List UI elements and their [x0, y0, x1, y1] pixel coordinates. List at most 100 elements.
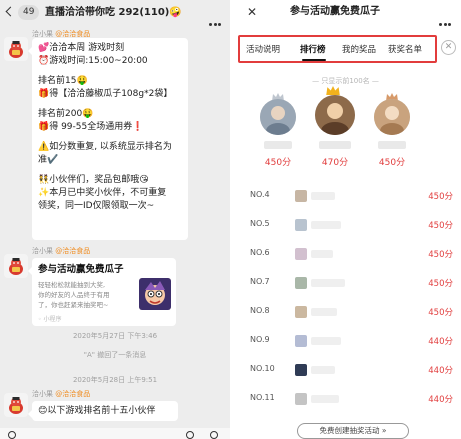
podium-score-2: 450分 — [264, 158, 292, 168]
podium-avatar-1 — [315, 95, 355, 135]
rank-score: 440分 — [428, 337, 453, 347]
sender-tag: @洽洽食品 — [55, 247, 91, 255]
ranking-row: NO.7 450分 — [230, 269, 461, 298]
message-line: 🎁得【洽洽藤椒瓜子108g*2袋】 — [38, 89, 173, 99]
message-sender: 洽小果 @洽洽食品 — [32, 246, 90, 256]
rank-avatar — [295, 190, 307, 202]
rank-avatar — [295, 277, 307, 289]
tab-close-icon[interactable]: ✕ — [441, 40, 456, 55]
tab-rules[interactable]: 活动说明 — [246, 44, 280, 56]
rank-name-placeholder — [311, 192, 335, 200]
ranking-row: NO.11 440分 — [230, 385, 461, 414]
message-line: 领奖，同一ID仅限领取一次~ — [38, 201, 155, 211]
ranking-row: NO.4 450分 — [230, 182, 461, 211]
podium-name-2 — [264, 141, 292, 149]
cartoon-thumbnail-icon — [139, 278, 171, 310]
tab-bar: 活动说明 排行榜 我的奖品 获奖名单 — [238, 35, 437, 63]
sender-tag: @洽洽食品 — [55, 390, 91, 398]
sender-name: 洽小果 — [32, 30, 53, 38]
ranking-row: NO.6 450分 — [230, 240, 461, 269]
more-icon[interactable] — [439, 11, 453, 26]
message-line: 排名前15🤑 — [38, 76, 88, 86]
rank-name-placeholder — [311, 250, 333, 258]
ranking-row: NO.5 450分 — [230, 211, 461, 240]
chat-input-bar[interactable] — [0, 428, 230, 439]
rank-name-placeholder — [311, 366, 335, 374]
card-source: ◦ 小程序 — [38, 316, 62, 323]
chat-title-text: 直播洽洽带你吃 292(110) — [45, 7, 170, 18]
rank-number: NO.5 — [250, 219, 270, 228]
rank-name-placeholder — [311, 337, 341, 345]
activity-panel: ✕ 参与活动赢免费瓜子 活动说明 排行榜 我的奖品 获奖名单 ✕ — 只显示前1… — [230, 0, 461, 439]
rank-score: 450分 — [428, 192, 453, 202]
rank-avatar — [295, 393, 307, 405]
rank-score: 450分 — [428, 221, 453, 231]
chat-title-emoji: 🤪 — [169, 7, 182, 18]
sender-name: 洽小果 — [32, 390, 53, 398]
voice-icon[interactable] — [8, 431, 16, 439]
card-thumbnail — [139, 278, 171, 310]
message-bubble[interactable]: 😊以下游戏排名前十五小伙伴 — [28, 401, 178, 421]
rank-number: NO.6 — [250, 248, 270, 257]
rank-avatar — [295, 364, 307, 376]
rank-score: 450分 — [428, 250, 453, 260]
message-line: ⏰游戏时间:15:00~20:00 — [38, 56, 148, 66]
create-lottery-button[interactable]: 免费创建抽奖活动 » — [297, 423, 409, 439]
rank-score: 440分 — [428, 366, 453, 376]
sender-avatar[interactable] — [4, 393, 28, 417]
close-icon[interactable]: ✕ — [247, 5, 257, 19]
plus-icon[interactable] — [210, 431, 218, 439]
tab-my-prizes[interactable]: 我的奖品 — [342, 44, 376, 56]
message-bubble[interactable]: 💕洽洽本周 游戏时刻 ⏰游戏时间:15:00~20:00 排名前15🤑 🎁得【洽… — [28, 38, 188, 240]
sender-avatar[interactable] — [4, 37, 28, 61]
system-recall-notice: "A" 撤回了一条消息 — [83, 351, 147, 359]
rank-number: NO.9 — [250, 335, 270, 344]
tab-winners[interactable]: 获奖名单 — [388, 44, 422, 56]
mascot-avatar-icon — [9, 397, 23, 414]
rank-score: 450分 — [428, 279, 453, 289]
active-tab-indicator — [302, 59, 326, 61]
mini-program-card[interactable]: 参与活动赢免费瓜子 轻轻松松就能抽到大奖, 你的好友的人品终于有用 了，你也赶紧… — [28, 258, 176, 326]
message-sender: 洽小果 @洽洽食品 — [32, 389, 90, 399]
ranking-row: NO.9 440分 — [230, 327, 461, 356]
rank-avatar — [295, 306, 307, 318]
chat-header: 49 直播洽洽带你吃 292(110)🤪 — [0, 0, 230, 26]
rank-avatar — [295, 219, 307, 231]
podium-name-1 — [319, 141, 351, 149]
rank-name-placeholder — [311, 308, 337, 316]
rank-number: NO.4 — [250, 190, 270, 199]
rank-avatar — [295, 248, 307, 260]
card-description: 轻轻松松就能抽到大奖, 你的好友的人品终于有用 了，你也赶紧来抽奖吧~ — [38, 280, 134, 310]
system-timestamp: 2020年5月27日 下午3:46 — [72, 332, 158, 340]
top-100-note: — 只显示前100名 — — [312, 77, 379, 85]
rank-number: NO.11 — [250, 393, 275, 402]
unread-count-badge[interactable]: 49 — [18, 5, 40, 20]
mascot-avatar-icon — [9, 258, 23, 275]
emoji-icon[interactable] — [186, 431, 194, 439]
ranking-row: NO.8 450分 — [230, 298, 461, 327]
podium-score-3: 450分 — [378, 158, 406, 168]
card-title: 参与活动赢免费瓜子 — [38, 264, 124, 275]
gold-crown-icon — [326, 86, 340, 95]
rank-score: 440分 — [428, 395, 453, 405]
chat-panel: 49 直播洽洽带你吃 292(110)🤪 洽小果 @洽洽食品 💕洽洽本周 游戏时… — [0, 0, 230, 439]
sender-name: 洽小果 — [32, 247, 53, 255]
podium-score-1: 470分 — [321, 158, 349, 168]
message-line: 准✔️ — [38, 155, 59, 165]
back-chevron-icon[interactable] — [5, 6, 16, 17]
chat-title: 直播洽洽带你吃 292(110)🤪 — [45, 5, 205, 21]
rank-name-placeholder — [311, 279, 345, 287]
tab-leaderboard[interactable]: 排行榜 — [300, 44, 326, 56]
message-line: 👯小伙伴们，奖品包邮哦😘 — [38, 175, 149, 185]
message-line: 🎁得 99-55全场通用券❗ — [38, 122, 144, 132]
sender-avatar[interactable] — [4, 254, 28, 278]
more-icon[interactable] — [209, 11, 223, 26]
podium-avatar-3 — [374, 99, 410, 135]
mascot-avatar-icon — [9, 41, 23, 58]
rank-name-placeholder — [311, 395, 339, 403]
card-desc-line: 轻轻松松就能抽到大奖, — [38, 281, 106, 289]
activity-title: 参与活动赢免费瓜子 — [290, 6, 380, 17]
rank-number: NO.7 — [250, 277, 270, 286]
rank-number: NO.10 — [250, 364, 275, 373]
card-desc-line: 你的好友的人品终于有用 — [38, 291, 110, 299]
